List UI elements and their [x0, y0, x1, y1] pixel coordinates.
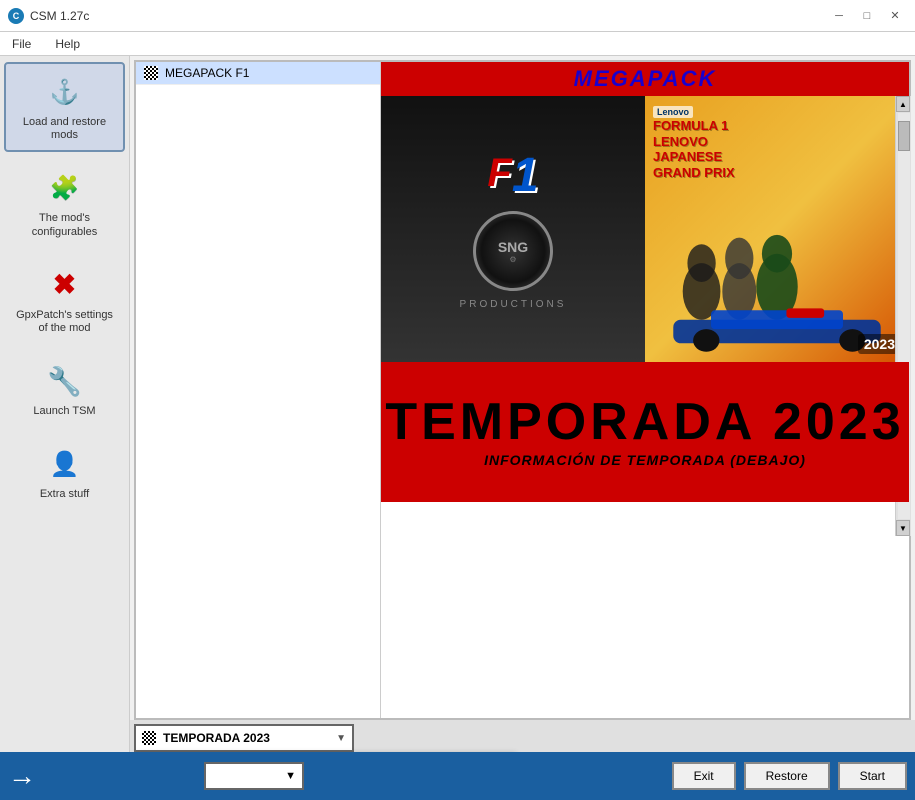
image-section: MEGAPACK F1 MEGAPACK F1 [134, 60, 911, 720]
mod-list-panel: MEGAPACK F1 [136, 62, 381, 718]
menu-bar: File Help [0, 32, 915, 56]
event-line2: LENOVO [653, 134, 901, 150]
flag-icon [144, 66, 158, 80]
sng-logo: SNG ⚙ [473, 211, 553, 291]
preview-left: F1 SNG ⚙ PRODUCTIONS [381, 96, 645, 362]
sidebar-label-gpxpatch: GpxPatch's settings of the mod [10, 309, 119, 335]
dropdown-flag-icon [142, 731, 156, 745]
preview-bottom: TEMPORADA 2023 INFORMACIÓN DE TEMPORADA … [381, 362, 909, 502]
controls-section: TEMPORADA 2023 ▼ ✖ TEST TRACKS 2018 ✖ TE… [130, 720, 915, 752]
window-controls: ─ □ ✕ [827, 7, 907, 25]
mod-list-item-label: MEGAPACK F1 [165, 66, 249, 80]
preview-top-area: MEGAPACK F1 SNG ⚙ [381, 62, 909, 362]
sidebar-item-extra-stuff[interactable]: 👤 Extra stuff [4, 434, 125, 511]
temporada-subtitle: INFORMACIÓN DE TEMPORADA (DEBAJO) [484, 452, 806, 468]
content-area: MEGAPACK F1 MEGAPACK F1 [130, 56, 915, 752]
sidebar-label-extra-stuff: Extra stuff [40, 488, 89, 501]
app-icon: C [8, 8, 24, 24]
sidebar-item-mod-config[interactable]: 🧩 The mod's configurables [4, 158, 125, 248]
sidebar-item-gpxpatch[interactable]: ✖ GpxPatch's settings of the mod [4, 255, 125, 345]
sidebar-item-launch-tsm[interactable]: 🔧 Launch TSM [4, 351, 125, 428]
title-bar-left: C CSM 1.27c [8, 8, 89, 24]
lenovo-label: Lenovo [653, 106, 693, 118]
sidebar: ⚓ Load and restore mods 🧩 The mod's conf… [0, 56, 130, 752]
main-layout: ⚓ Load and restore mods 🧩 The mod's conf… [0, 56, 915, 752]
dropdown-selected-label: TEMPORADA 2023 [163, 731, 270, 745]
sidebar-item-load-restore[interactable]: ⚓ Load and restore mods [4, 62, 125, 152]
sidebar-label-mod-config: The mod's configurables [10, 212, 119, 238]
event-line3: JAPANESE [653, 149, 901, 165]
exit-button[interactable]: Exit [672, 762, 736, 790]
arrow-right-icon: → [8, 760, 36, 792]
cross-icon: ✖ [45, 265, 85, 305]
mod-list-item-megapack[interactable]: MEGAPACK F1 [136, 62, 380, 85]
menu-file[interactable]: File [6, 35, 37, 53]
main-dropdown[interactable]: TEMPORADA 2023 ▼ [134, 724, 354, 752]
preview-right: Lenovo FORMULA 1 LENOVO JAPANESE GRAND P… [645, 96, 909, 362]
f1-logo: F1 [487, 148, 538, 203]
dropdown-container: TEMPORADA 2023 ▼ ✖ TEST TRACKS 2018 ✖ TE… [134, 724, 911, 752]
dropdown-arrow-icon: ▼ [336, 733, 346, 744]
preview-content: F1 SNG ⚙ PRODUCTIONS [381, 96, 909, 362]
megapack-header: MEGAPACK [381, 62, 909, 96]
secondary-dropdown[interactable]: ▼ [204, 762, 304, 790]
anchor-icon: ⚓ [45, 72, 85, 112]
f1-event-title: FORMULA 1 LENOVO JAPANESE GRAND PRIX [653, 118, 901, 180]
event-line4: GRAND PRIX [653, 165, 901, 181]
restore-button[interactable]: Restore [744, 762, 830, 790]
productions-text: PRODUCTIONS [460, 299, 567, 310]
window-title: CSM 1.27c [30, 9, 89, 23]
secondary-dropdown-arrow: ▼ [285, 770, 296, 782]
title-bar: C CSM 1.27c ─ □ ✕ [0, 0, 915, 32]
close-button[interactable]: ✕ [883, 7, 907, 25]
temporada-title: TEMPORADA 2023 [385, 396, 904, 448]
menu-help[interactable]: Help [49, 35, 86, 53]
bottom-bar: → ▼ Exit Restore Start [0, 752, 915, 800]
minimize-button[interactable]: ─ [827, 7, 851, 25]
person-icon: 👤 [45, 444, 85, 484]
scroll-down-button[interactable]: ▼ [896, 520, 909, 536]
sidebar-label-load-restore: Load and restore mods [10, 116, 119, 142]
maximize-button[interactable]: □ [855, 7, 879, 25]
event-line1: FORMULA 1 [653, 118, 901, 134]
tsm-icon: 🔧 [45, 361, 85, 401]
preview-panel: MEGAPACK F1 SNG ⚙ [381, 62, 909, 718]
puzzle-icon: 🧩 [45, 168, 85, 208]
start-button[interactable]: Start [838, 762, 907, 790]
dropdown-selected: TEMPORADA 2023 [142, 731, 270, 745]
sidebar-label-launch-tsm: Launch TSM [33, 405, 95, 418]
